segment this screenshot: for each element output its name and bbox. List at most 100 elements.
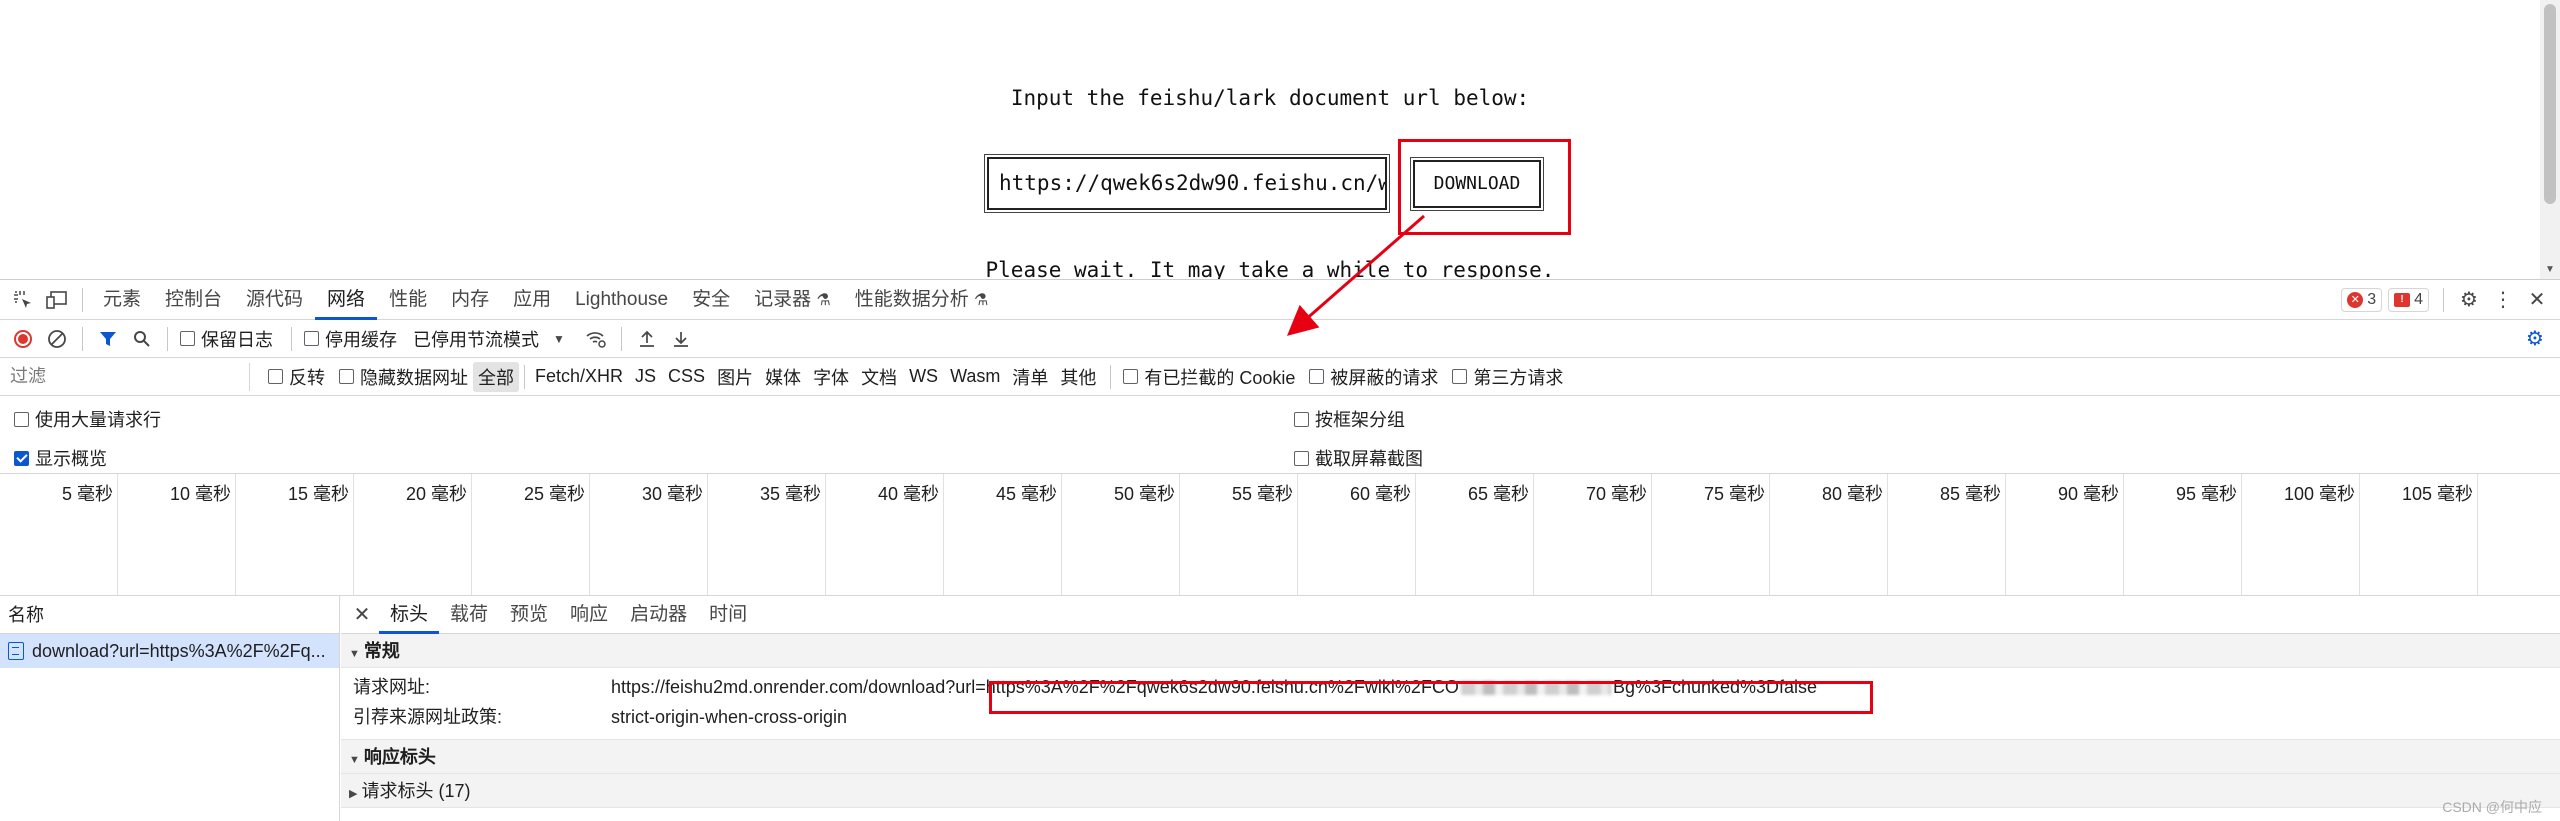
filter-type-fetch-xhr[interactable]: Fetch/XHR [530, 364, 628, 389]
filter-type-wasm[interactable]: Wasm [945, 364, 1005, 389]
timeline-tick: 95 毫秒 [2124, 474, 2242, 595]
name-column-header[interactable]: 名称 [0, 596, 339, 634]
filter-type-manifest[interactable]: 清单 [1007, 362, 1053, 392]
tab-lighthouse[interactable]: Lighthouse [563, 280, 680, 320]
timeline-tick: 110 [2478, 474, 2560, 595]
filter-type-img[interactable]: 图片 [712, 362, 758, 392]
tab-timing[interactable]: 时间 [698, 596, 758, 634]
tab-sources[interactable]: 源代码 [234, 280, 315, 320]
tab-performance-insights[interactable]: 性能数据分析 ⚗ [843, 280, 1001, 320]
overview-timeline[interactable]: 5 毫秒 10 毫秒 15 毫秒 20 毫秒 25 毫秒 30 毫秒 35 毫秒 40 毫秒 4… [0, 474, 2560, 596]
tab-application[interactable]: 应用 [501, 280, 563, 320]
throttling-select[interactable]: 已停用节流模式 [413, 326, 539, 352]
scroll-down-arrow-icon[interactable]: ▼ [2545, 264, 2555, 275]
timeline-tick-label: 95 毫秒 [2175, 484, 2237, 504]
tab-initiator[interactable]: 启动器 [619, 596, 698, 634]
capture-screenshots-option[interactable]: 截取屏幕截图 [1290, 445, 1423, 471]
inspect-element-icon[interactable] [6, 283, 40, 317]
expand-triangle-icon: ▶ [349, 788, 358, 800]
disable-cache-label: 停用缓存 [325, 329, 397, 350]
record-stop-icon[interactable] [6, 322, 40, 356]
tab-preview[interactable]: 预览 [499, 596, 559, 634]
request-row[interactable]: download?url=https%3A%2F%2Fq... [0, 634, 339, 668]
tab-response[interactable]: 响应 [559, 596, 619, 634]
show-overview-option[interactable]: 显示概览 [10, 445, 107, 471]
more-options-icon[interactable]: ⋮ [2486, 283, 2520, 317]
network-conditions-icon[interactable] [579, 322, 613, 356]
filter-type-doc[interactable]: 文档 [856, 362, 902, 392]
tab-memory[interactable]: 内存 [439, 280, 501, 320]
tab-network[interactable]: 网络 [315, 280, 378, 320]
filter-input[interactable] [0, 362, 250, 391]
import-har-icon[interactable] [630, 322, 664, 356]
group-by-frame-checkbox[interactable] [1294, 411, 1309, 427]
timeline-tick: 90 毫秒 [2006, 474, 2124, 595]
timeline-tick-label: 85 毫秒 [1939, 484, 2001, 504]
download-button[interactable]: DOWNLOAD [1410, 157, 1544, 211]
timeline-tick: 20 毫秒 [354, 474, 472, 595]
response-headers-section-header[interactable]: ▼ 响应标头 [341, 740, 2560, 774]
warning-count-badge[interactable]: ! 4 [2388, 287, 2429, 312]
filter-funnel-icon[interactable] [91, 322, 125, 356]
show-overview-checkbox[interactable] [14, 450, 29, 466]
filter-type-other[interactable]: 其他 [1055, 362, 1101, 392]
clear-icon[interactable] [40, 322, 74, 356]
third-party-label: 第三方请求 [1473, 367, 1564, 388]
tab-headers[interactable]: 标头 [379, 596, 440, 634]
disable-cache-checkbox[interactable] [304, 331, 319, 346]
tab-console[interactable]: 控制台 [153, 280, 234, 320]
blocked-requests-label: 被屏蔽的请求 [1330, 367, 1439, 388]
settings-gear-icon[interactable]: ⚙ [2452, 283, 2486, 317]
collapse-triangle-icon: ▼ [349, 648, 360, 660]
timeline-tick: 75 毫秒 [1652, 474, 1770, 595]
timeline-tick-label: 90 毫秒 [2057, 484, 2119, 504]
hide-data-urls-checkbox[interactable] [339, 369, 354, 384]
filter-type-font[interactable]: 字体 [808, 362, 854, 392]
tab-recorder[interactable]: 记录器 ⚗ [742, 280, 843, 320]
export-har-icon[interactable] [664, 322, 698, 356]
search-icon[interactable] [125, 322, 159, 356]
blocked-cookies-checkbox[interactable] [1123, 369, 1139, 384]
detail-tab-bar: ✕ 标头 载荷 预览 响应 启动器 时间 [341, 596, 2560, 634]
large-rows-option[interactable]: 使用大量请求行 [10, 406, 161, 432]
tab-payload[interactable]: 载荷 [439, 596, 499, 634]
filter-type-js[interactable]: JS [630, 364, 661, 389]
network-settings-gear-icon[interactable]: ⚙ [2518, 322, 2552, 356]
close-icon[interactable]: ✕ [345, 598, 379, 632]
large-rows-checkbox[interactable] [14, 411, 29, 427]
timeline-tick: 70 毫秒 [1534, 474, 1652, 595]
timeline-tick-label: 80 毫秒 [1821, 484, 1883, 504]
group-by-frame-label: 按框架分组 [1315, 410, 1405, 430]
filter-type-media[interactable]: 媒体 [760, 362, 806, 392]
preserve-log-checkbox[interactable] [180, 331, 195, 346]
toolbar-divider [167, 326, 168, 351]
blocked-requests-checkbox[interactable] [1309, 369, 1325, 384]
capture-screenshots-label: 截取屏幕截图 [1315, 449, 1423, 469]
group-by-frame-option[interactable]: 按框架分组 [1290, 406, 1405, 432]
devtools-panel: 元素 控制台 源代码 网络 性能 内存 应用 Lighthouse 安全 记录器… [0, 279, 2560, 821]
tab-security[interactable]: 安全 [680, 280, 742, 320]
filter-type-all[interactable]: 全部 [473, 361, 519, 392]
chevron-down-icon[interactable]: ▼ [553, 332, 565, 346]
tab-elements[interactable]: 元素 [91, 280, 153, 320]
general-section-header[interactable]: ▼ 常规 [341, 634, 2560, 668]
page-scrollbar[interactable]: ▼ [2540, 0, 2560, 279]
document-url-input[interactable]: https://qwek6s2dw90.feishu.cn/w [984, 154, 1390, 213]
page-scrollbar-thumb[interactable] [2544, 4, 2556, 204]
tab-performance[interactable]: 性能 [377, 280, 439, 320]
flask-icon: ⚗ [974, 291, 989, 309]
filter-type-css[interactable]: CSS [663, 364, 710, 389]
request-headers-section-header[interactable]: ▶ 请求标头 (17) [341, 774, 2560, 808]
close-icon[interactable]: ✕ [2520, 283, 2554, 317]
general-section-title: 常规 [363, 641, 400, 661]
capture-screenshots-checkbox[interactable] [1294, 450, 1309, 466]
error-count-badge[interactable]: ✕ 3 [2341, 287, 2383, 312]
device-toolbar-icon[interactable] [40, 283, 74, 317]
devtools-tab-bar: 元素 控制台 源代码 网络 性能 内存 应用 Lighthouse 安全 记录器… [0, 280, 2560, 320]
invert-label: 反转 [289, 367, 325, 388]
filter-type-ws[interactable]: WS [904, 364, 943, 389]
timeline-tick-label: 5 毫秒 [61, 484, 113, 504]
invert-checkbox[interactable] [268, 369, 283, 384]
toolbar-divider [82, 287, 83, 312]
third-party-checkbox[interactable] [1452, 369, 1468, 384]
